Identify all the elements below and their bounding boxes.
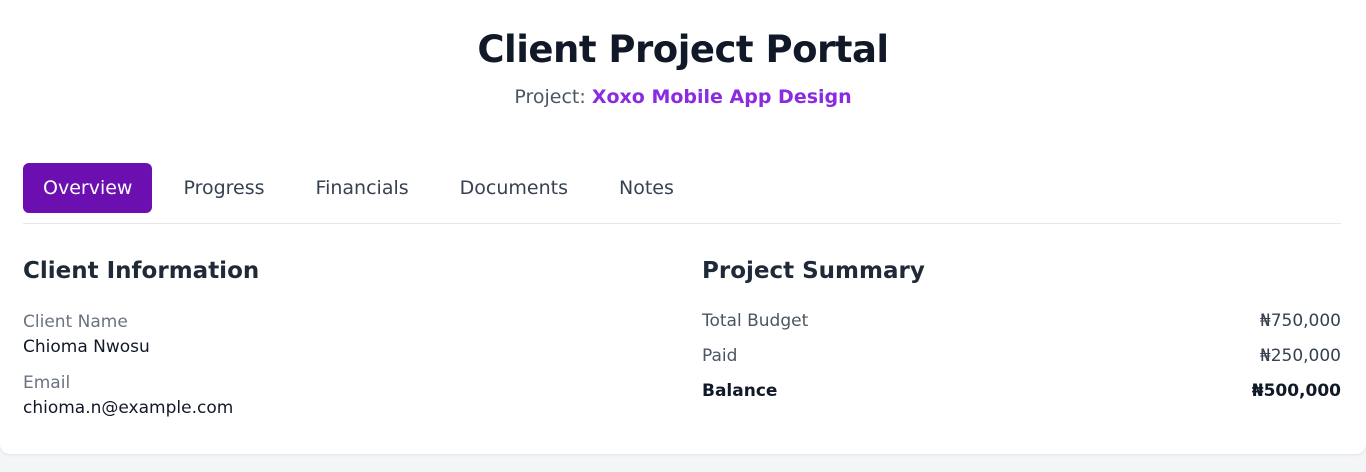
client-email-value: chioma.n@example.com [23, 398, 234, 418]
portal-card: Client Project Portal Project: Xoxo Mobi… [0, 0, 1366, 454]
tab-financials[interactable]: Financials [296, 163, 429, 213]
paid-amount: ₦250,000 [1259, 346, 1341, 366]
tab-progress[interactable]: Progress [163, 163, 284, 213]
tab-notes[interactable]: Notes [599, 163, 694, 213]
client-information-section: Client Information Client Name Chioma Nw… [23, 256, 643, 418]
summary-rows: Total Budget ₦750,000 Paid ₦250,000 Bala… [702, 311, 1341, 416]
tab-overview[interactable]: Overview [23, 163, 153, 213]
tab-documents[interactable]: Documents [440, 163, 588, 213]
total-budget-label: Total Budget [702, 311, 809, 331]
client-name-value: Chioma Nwosu [23, 337, 150, 357]
project-subtitle: Project: Xoxo Mobile App Design [0, 85, 1366, 109]
paid-label: Paid [702, 346, 738, 366]
client-email-label: Email [23, 373, 71, 393]
project-summary-section: Project Summary Total Budget ₦750,000 Pa… [702, 256, 1341, 416]
balance-amount: ₦500,000 [1251, 381, 1341, 401]
client-name-field: Client Name Chioma Nwosu [23, 312, 643, 357]
tab-bar: Overview Progress Financials Documents N… [23, 163, 1341, 224]
project-name: Xoxo Mobile App Design [591, 86, 852, 108]
balance-label: Balance [702, 381, 778, 401]
summary-row-balance: Balance ₦500,000 [702, 381, 1341, 416]
total-budget-amount: ₦750,000 [1259, 311, 1341, 331]
summary-row-total-budget: Total Budget ₦750,000 [702, 311, 1341, 346]
project-prefix: Project: [514, 86, 586, 108]
summary-row-paid: Paid ₦250,000 [702, 346, 1341, 381]
portal-header: Client Project Portal Project: Xoxo Mobi… [0, 0, 1366, 109]
client-information-title: Client Information [23, 258, 260, 284]
page-title: Client Project Portal [477, 28, 889, 71]
client-name-label: Client Name [23, 312, 128, 332]
client-email-field: Email chioma.n@example.com [23, 373, 643, 418]
project-summary-title: Project Summary [702, 258, 925, 284]
